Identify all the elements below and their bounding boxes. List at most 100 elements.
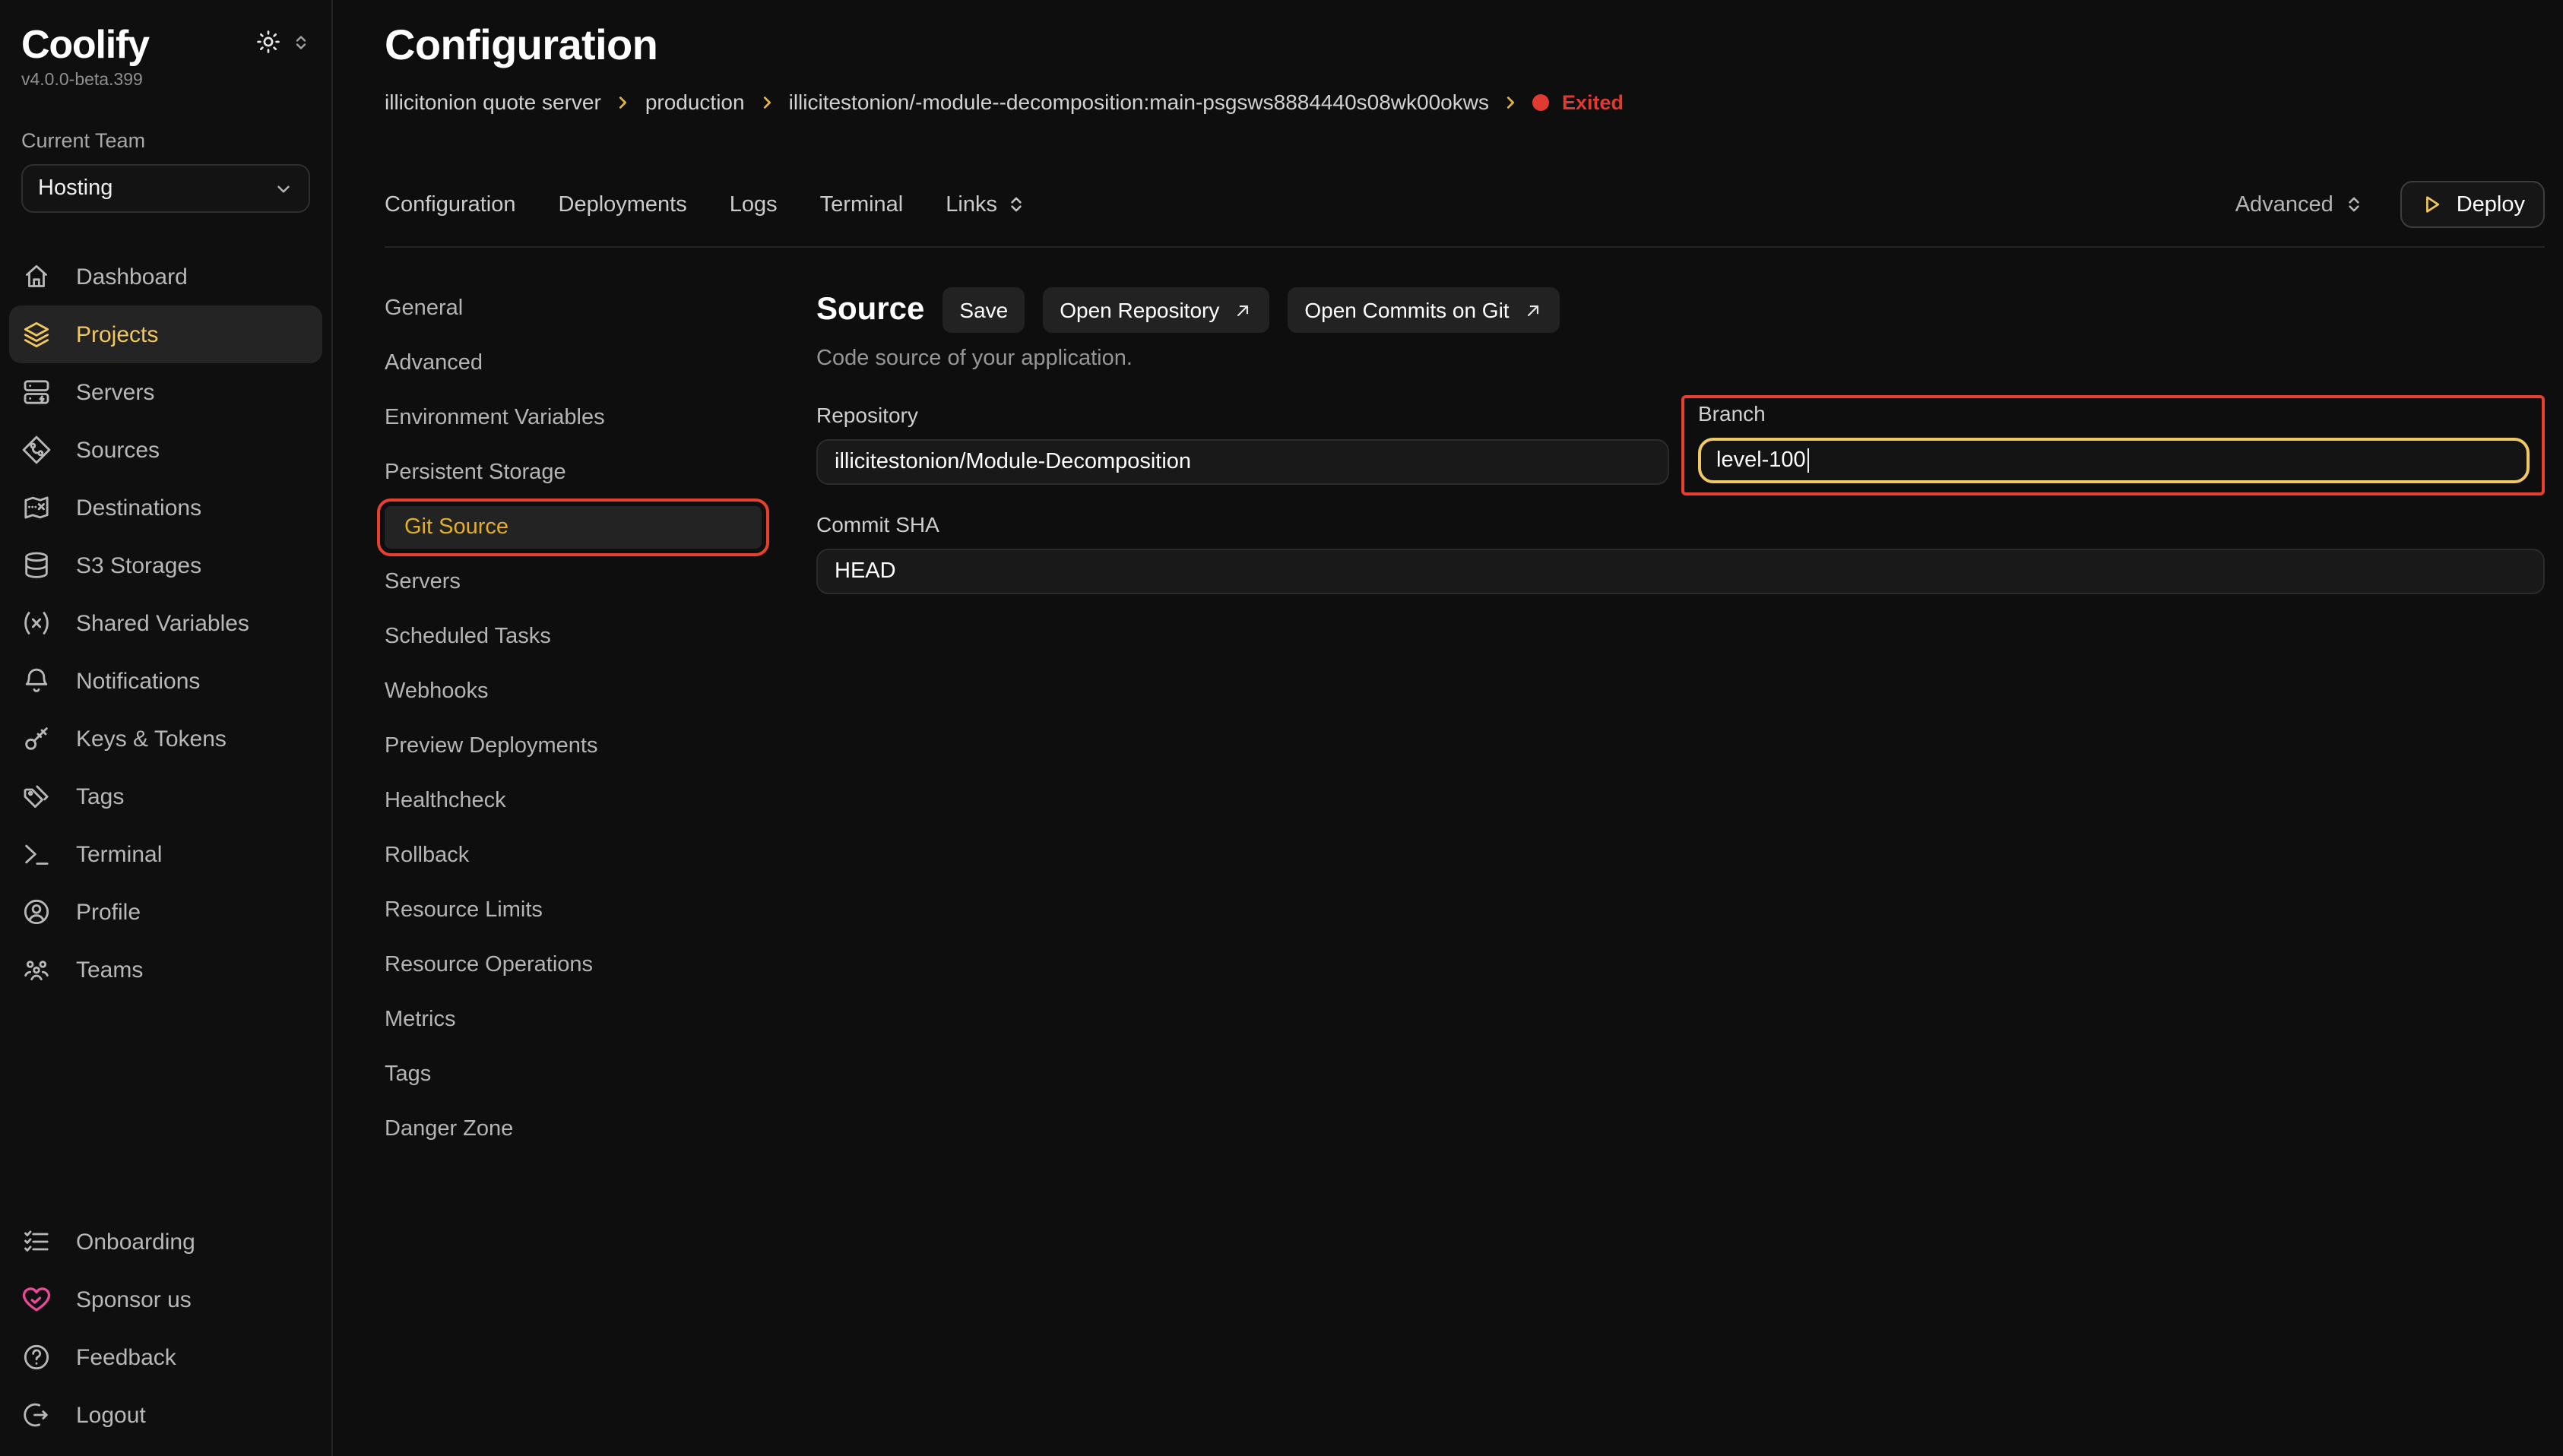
deploy-button[interactable]: Deploy [2400, 181, 2545, 228]
team-select[interactable]: Hosting [21, 164, 310, 213]
tab-logs[interactable]: Logs [730, 192, 778, 217]
checklist-icon [21, 1227, 52, 1257]
chevron-right-icon [615, 93, 632, 110]
sidebar-item-terminal[interactable]: Terminal [9, 825, 322, 883]
sidebar-item-servers[interactable]: Servers [9, 363, 322, 421]
sidebar-item-label: Destinations [76, 495, 201, 521]
tabs: Configuration Deployments Logs Terminal Link… [385, 192, 1026, 217]
bell-icon [21, 666, 52, 696]
commit-sha-input[interactable]: HEAD [816, 549, 2545, 594]
advanced-label: Advanced [2235, 192, 2333, 217]
breadcrumb-item-1[interactable]: illicitonion quote server [385, 90, 601, 114]
chevron-right-icon [1503, 93, 1519, 110]
user-circle-icon [21, 897, 52, 927]
sidebar-item-label: Logout [76, 1402, 146, 1428]
subnav-item-tags[interactable]: Tags [385, 1053, 816, 1096]
coolify-app: Coolify v4.0.0-beta.399 Current Team Hos… [0, 0, 2563, 1456]
commit-sha-field: Commit SHA HEAD [816, 512, 2545, 594]
breadcrumb-item-3[interactable]: illicitestonion/-module--decomposition:m… [789, 90, 1489, 114]
branch-input[interactable]: level-100 [1698, 438, 2530, 483]
subnav-item-resource-operations[interactable]: Resource Operations [385, 944, 816, 986]
sidebar-item-teams[interactable]: Teams [9, 941, 322, 999]
sidebar-item-feedback[interactable]: Feedback [9, 1328, 322, 1386]
subnav-item-servers[interactable]: Servers [385, 561, 816, 603]
tab-configuration[interactable]: Configuration [385, 192, 516, 217]
repository-input[interactable]: illicitestonion/Module-Decomposition [816, 439, 1669, 485]
sidebar-item-notifications[interactable]: Notifications [9, 652, 322, 710]
chevron-down-icon [274, 179, 293, 198]
subnav-item-persistent-storage[interactable]: Persistent Storage [385, 451, 816, 494]
subnav-item-git-source[interactable]: Git Source [385, 506, 762, 549]
subnav-item-metrics[interactable]: Metrics [385, 999, 816, 1041]
sidebar-item-onboarding[interactable]: Onboarding [9, 1213, 322, 1271]
external-link-icon [1523, 300, 1543, 320]
subnav-item-scheduled-tasks[interactable]: Scheduled Tasks [385, 616, 816, 658]
subnav-item-resource-limits[interactable]: Resource Limits [385, 889, 816, 932]
sidebar-item-destinations[interactable]: Destinations [9, 479, 322, 537]
app-version: v4.0.0-beta.399 [21, 71, 310, 90]
sidebar-item-sponsor-us[interactable]: Sponsor us [9, 1271, 322, 1328]
subnav-item-danger-zone[interactable]: Danger Zone [385, 1108, 816, 1151]
sidebar: Coolify v4.0.0-beta.399 Current Team Hos… [0, 0, 333, 1456]
external-link-icon [1233, 300, 1253, 320]
text-caret [1807, 448, 1810, 473]
heart-icon [21, 1284, 52, 1315]
sidebar-item-label: Shared Variables [76, 610, 249, 636]
subnav-item-general[interactable]: General [385, 287, 816, 330]
sidebar-item-sources[interactable]: Sources [9, 421, 322, 479]
sidebar-footer-nav: Onboarding Sponsor us Feedback Logout [9, 1213, 322, 1444]
sidebar-item-label: Sources [76, 437, 160, 463]
sidebar-item-projects[interactable]: Projects [9, 305, 322, 363]
sidebar-item-label: Terminal [76, 841, 162, 867]
advanced-dropdown[interactable]: Advanced [2235, 192, 2364, 217]
deploy-label: Deploy [2457, 192, 2525, 217]
sidebar-item-label: Teams [76, 957, 143, 983]
sidebar-item-tags[interactable]: Tags [9, 768, 322, 825]
branch-field: Branch level-100 [1681, 403, 2545, 495]
chevron-updown-icon[interactable] [292, 33, 310, 51]
sidebar-item-label: Keys & Tokens [76, 726, 227, 752]
sidebar-item-dashboard[interactable]: Dashboard [9, 248, 322, 305]
source-description: Code source of your application. [816, 347, 2545, 371]
subnav-item-advanced[interactable]: Advanced [385, 342, 816, 385]
git-source-icon [21, 435, 52, 465]
current-team-label: Current Team [21, 129, 310, 152]
status-dot-icon [1533, 93, 1550, 110]
tab-deployments[interactable]: Deployments [559, 192, 687, 217]
sidebar-item-profile[interactable]: Profile [9, 883, 322, 941]
save-button[interactable]: Save [943, 287, 1025, 333]
sidebar-item-keys-tokens[interactable]: Keys & Tokens [9, 710, 322, 768]
chevron-right-icon [759, 93, 775, 110]
status-indicator: Exited [1533, 90, 1624, 113]
sidebar-item-s3-storages[interactable]: S3 Storages [9, 537, 322, 594]
app-logo[interactable]: Coolify [21, 21, 149, 67]
source-heading: Source [816, 292, 924, 328]
sidebar-item-label: Onboarding [76, 1229, 195, 1255]
settings-subnav: General Advanced Environment Variables Pers… [385, 248, 816, 1456]
status-label: Exited [1562, 90, 1624, 113]
subnav-item-healthcheck[interactable]: Healthcheck [385, 780, 816, 822]
open-repository-button[interactable]: Open Repository [1043, 287, 1269, 333]
chevron-updown-icon [2344, 195, 2364, 214]
team-select-value: Hosting [38, 176, 112, 201]
open-commits-button[interactable]: Open Commits on Git [1288, 287, 1559, 333]
breadcrumb-item-2[interactable]: production [645, 90, 745, 114]
sidebar-item-label: Tags [76, 783, 124, 809]
subnav-item-preview-deployments[interactable]: Preview Deployments [385, 725, 816, 768]
sidebar-item-logout[interactable]: Logout [9, 1386, 322, 1444]
sidebar-item-label: Feedback [76, 1344, 176, 1370]
subnav-item-webhooks[interactable]: Webhooks [385, 670, 816, 713]
tab-links[interactable]: Links [946, 192, 1026, 217]
sidebar-item-shared-variables[interactable]: Shared Variables [9, 594, 322, 652]
sun-icon[interactable] [255, 29, 281, 55]
map-icon [21, 492, 52, 523]
tab-terminal[interactable]: Terminal [820, 192, 904, 217]
subnav-item-rollback[interactable]: Rollback [385, 834, 816, 877]
subnav-item-environment-variables[interactable]: Environment Variables [385, 397, 816, 439]
sidebar-item-label: Notifications [76, 668, 200, 694]
repository-label: Repository [816, 403, 1669, 429]
branch-annotation-box: Branch level-100 [1681, 395, 2545, 495]
tabs-row: Configuration Deployments Logs Terminal Link… [385, 181, 2545, 228]
layers-icon [21, 319, 52, 350]
users-icon [21, 954, 52, 985]
